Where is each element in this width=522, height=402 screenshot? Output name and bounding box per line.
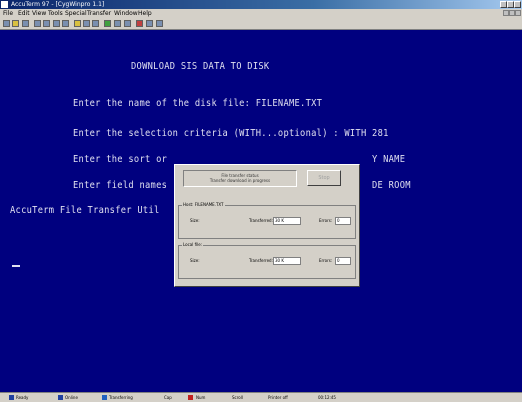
help-icon[interactable] <box>156 20 163 27</box>
transferred-field: 30 K <box>273 217 301 225</box>
transfer-indicator-icon <box>102 395 107 400</box>
host-file-group: Host: FILENAME.TXT Size: Transferred: 30… <box>178 202 356 239</box>
maximize-button[interactable] <box>507 1 514 8</box>
menu-file[interactable]: File <box>3 9 13 18</box>
status-line-2: Transfer download in progress <box>209 178 271 183</box>
terminal-line: Enter the sort or <box>73 154 168 165</box>
menu-view[interactable]: View <box>32 9 46 18</box>
size-label: Size: <box>190 258 200 263</box>
terminal-line: AccuTerm File Transfer Util <box>10 205 160 216</box>
upload-icon[interactable] <box>114 20 121 27</box>
disconnect-icon[interactable] <box>136 20 143 27</box>
status-printer: Printer off <box>268 395 288 400</box>
terminal-line: Enter field names <box>73 180 168 191</box>
transferred-label: Transferred: <box>249 218 273 223</box>
status-clock: 00:12:45 <box>318 395 336 400</box>
window-title: AccuTerm 97 - [CygWinpro 1.1] <box>11 1 105 8</box>
capture-icon[interactable] <box>83 20 90 27</box>
minimize-button[interactable] <box>500 1 507 8</box>
status-ready: Ready <box>16 395 29 400</box>
app-window: AccuTerm 97 - [CygWinpro 1.1] File Edit … <box>0 0 522 402</box>
font-icon[interactable] <box>146 20 153 27</box>
open-folder-icon[interactable] <box>12 20 19 27</box>
online-indicator-icon <box>58 395 63 400</box>
transferred-label: Transferred: <box>249 258 273 263</box>
status-num: Num <box>196 395 206 400</box>
toolbar <box>0 18 522 30</box>
capture-indicator-icon <box>188 395 193 400</box>
errors-field: 0 <box>335 217 351 225</box>
title-bar[interactable]: AccuTerm 97 - [CygWinpro 1.1] <box>0 0 522 9</box>
menu-tools[interactable]: Tools <box>48 9 63 18</box>
send-icon[interactable] <box>92 20 99 27</box>
terminal-line: DE ROOM <box>372 180 411 191</box>
host-file-label: Host: FILENAME.TXT <box>182 202 225 208</box>
local-file-group: Local file: Size: Transferred: 30 K Erro… <box>178 242 356 279</box>
menu-window[interactable]: Window <box>114 9 138 18</box>
status-online: Online <box>65 395 78 400</box>
terminal-line: Enter the selection criteria (WITH...opt… <box>73 128 389 139</box>
print-icon[interactable] <box>34 20 41 27</box>
paste-icon[interactable] <box>74 20 81 27</box>
app-icon <box>1 1 8 8</box>
file-transfer-dialog: File transfer status Transfer download i… <box>174 164 360 287</box>
local-file-label: Local file: <box>182 242 204 248</box>
status-cap: Cap <box>164 395 172 400</box>
settings-icon[interactable] <box>43 20 50 27</box>
download-icon[interactable] <box>124 20 131 27</box>
terminal-cursor <box>12 265 20 267</box>
menu-bar: File Edit View Tools Special Transfer Wi… <box>0 9 522 18</box>
errors-label: Errors: <box>319 258 333 263</box>
new-session-icon[interactable] <box>3 20 10 27</box>
menu-transfer[interactable]: Transfer <box>87 9 111 18</box>
errors-label: Errors: <box>319 218 333 223</box>
errors-field: 0 <box>335 257 351 265</box>
status-transferring: Transferring <box>109 395 133 400</box>
transferred-field: 30 K <box>273 257 301 265</box>
status-indicator-icon <box>9 395 14 400</box>
status-bar: Ready Online Transferring Cap Num Scroll… <box>0 392 522 402</box>
stop-button[interactable]: Stop <box>307 170 341 186</box>
terminal-line: Enter the name of the disk file: FILENAM… <box>73 98 323 109</box>
status-scroll: Scroll <box>232 395 243 400</box>
save-icon[interactable] <box>22 20 29 27</box>
copy-icon[interactable] <box>62 20 69 27</box>
menu-special[interactable]: Special <box>65 9 87 18</box>
size-label: Size: <box>190 218 200 223</box>
close-button[interactable] <box>514 1 521 8</box>
terminal-heading: DOWNLOAD SIS DATA TO DISK <box>131 61 270 72</box>
cut-icon[interactable] <box>53 20 60 27</box>
transfer-status-box: File transfer status Transfer download i… <box>183 170 297 187</box>
doc-close-button[interactable] <box>515 10 521 16</box>
menu-edit[interactable]: Edit <box>18 9 30 18</box>
menu-help[interactable]: Help <box>138 9 152 18</box>
connect-icon[interactable] <box>104 20 111 27</box>
terminal-line: Y NAME <box>372 154 406 165</box>
